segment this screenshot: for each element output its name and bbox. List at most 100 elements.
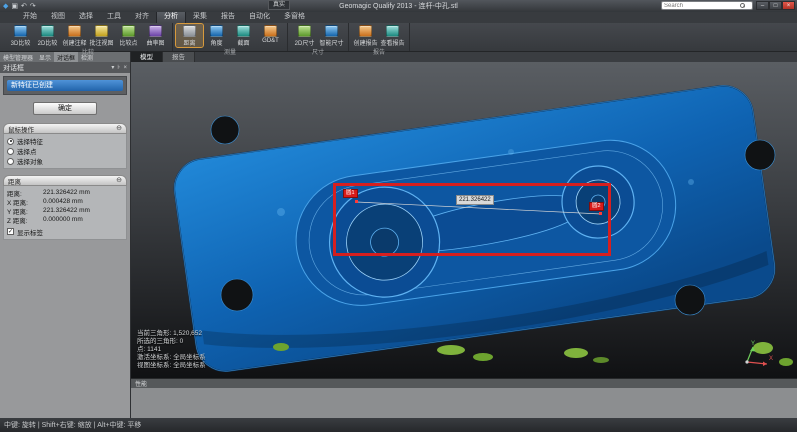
triad-axes-icon bbox=[737, 344, 771, 370]
ribbon-button-label: 智能尺寸 bbox=[319, 38, 343, 47]
save-icon[interactable]: ▣ bbox=[11, 3, 18, 10]
close-button[interactable]: × bbox=[782, 1, 795, 10]
minimize-button[interactable]: – bbox=[756, 1, 769, 10]
ribbon-group-label: 测量 bbox=[176, 47, 284, 57]
ribbon-button-label: 距离 bbox=[183, 38, 195, 47]
radio-icon[interactable] bbox=[7, 158, 14, 165]
ribbon-button-compare-points[interactable]: 比较点 bbox=[115, 24, 142, 47]
ribbon-button-annotation-view[interactable]: 批注视图 bbox=[88, 24, 115, 47]
value-text: 221.326422 mm bbox=[43, 189, 90, 196]
quick-access-toolbar: ◆ ▣ ↶ ↷ bbox=[0, 3, 36, 10]
value-text: 0.000000 mm bbox=[43, 216, 83, 223]
stat-active-csys: 激活坐标系: 全局坐标系 bbox=[137, 354, 206, 362]
ribbon-button-gdt[interactable]: GD&T bbox=[257, 24, 284, 47]
ribbon-button-label: 角度 bbox=[210, 38, 222, 47]
maximize-button[interactable]: □ bbox=[769, 1, 782, 10]
ribbon-group-label: 报告 bbox=[352, 47, 406, 57]
collapse-icon[interactable]: ⊖ bbox=[116, 125, 122, 132]
create-report-icon bbox=[359, 25, 372, 37]
stat-view-csys: 视图坐标系: 全局坐标系 bbox=[137, 362, 206, 370]
ribbon-group-compare: 3D比较 2D比较 创建注释 批注视图 比较点 bbox=[4, 23, 173, 51]
stat-points: 点: 1141 bbox=[137, 346, 206, 354]
ribbon-tab-bar: 开始 视图 选择 工具 对齐 分析 采集 报告 自动化 多窗格 bbox=[0, 12, 797, 23]
search-icon[interactable] bbox=[740, 3, 745, 8]
mouse-actions-header[interactable]: 鼠标操作 ⊖ bbox=[3, 123, 127, 134]
chevron-down-icon[interactable]: ▾ bbox=[111, 64, 114, 71]
ribbon-button-curvature-map[interactable]: 曲率图 bbox=[142, 24, 169, 47]
ribbon-button-2d-dimension[interactable]: 2D尺寸 bbox=[291, 24, 318, 47]
ribbon-button-smart-dimension[interactable]: 智能尺寸 bbox=[318, 24, 345, 47]
measurement-point1-tag[interactable]: 圆1 bbox=[343, 189, 358, 198]
dialog-status-card: 新特征已创建 bbox=[3, 76, 127, 95]
section-icon bbox=[237, 25, 250, 37]
ok-button[interactable]: 确定 bbox=[33, 102, 97, 115]
ribbon-button-create-annotation[interactable]: 创建注释 bbox=[61, 24, 88, 47]
panel-title: 对话框 bbox=[3, 63, 24, 73]
smart-dimension-icon bbox=[325, 25, 338, 37]
option-label: 选择点 bbox=[17, 146, 37, 156]
section-title: 距离 bbox=[8, 176, 21, 186]
ribbon-button-3d-compare[interactable]: 3D比较 bbox=[7, 24, 34, 47]
ribbon-button-view-report[interactable]: 查看报告 bbox=[379, 24, 406, 47]
z-distance-row: Z 距离: 0.000000 mm bbox=[7, 215, 123, 224]
option-select-feature[interactable]: 选择特征 bbox=[7, 136, 123, 146]
panel-title-bar: 对话框 ▾ ⊦ × bbox=[0, 62, 130, 73]
search-box[interactable] bbox=[661, 1, 753, 10]
distance-header[interactable]: 距离 ⊖ bbox=[3, 175, 127, 186]
main-area: 模型 报告 bbox=[131, 52, 797, 378]
radio-icon[interactable] bbox=[7, 148, 14, 155]
value-text: 0.000428 mm bbox=[43, 198, 83, 205]
view-report-icon bbox=[386, 25, 399, 37]
status-bar: 中键: 旋转 | Shift+右键: 缩放 | Alt+中键: 平移 bbox=[0, 418, 797, 432]
option-select-point[interactable]: 选择点 bbox=[7, 146, 123, 156]
radio-icon[interactable] bbox=[7, 138, 14, 145]
viewport-3d-canvas[interactable]: 圆1 圆2 221.326422 当前三角形: 1,520,652 所选的三角形… bbox=[131, 62, 797, 378]
compare-points-icon bbox=[122, 25, 135, 37]
ribbon-group-measure: 距离 角度 截面 GD&T 测量 bbox=[173, 23, 288, 51]
pin-icon[interactable]: ⊦ bbox=[117, 64, 120, 71]
distance-section: 距离 ⊖ 距离: 221.326422 mm X 距离: 0.000428 mm… bbox=[3, 175, 127, 240]
show-labels-option[interactable]: ✓ 显示标签 bbox=[7, 226, 123, 237]
ribbon-button-2d-compare[interactable]: 2D比较 bbox=[34, 24, 61, 47]
ribbon-button-label: GD&T bbox=[262, 38, 279, 44]
option-label: 选择特征 bbox=[17, 136, 43, 146]
checkbox-icon[interactable]: ✓ bbox=[7, 228, 14, 235]
close-panel-icon[interactable]: × bbox=[123, 65, 127, 71]
collapse-icon[interactable]: ⊖ bbox=[116, 177, 122, 184]
ribbon-button-label: 批注视图 bbox=[89, 38, 113, 47]
ribbon-group-label: 比较 bbox=[7, 47, 169, 57]
ribbon-button-label: 创建报告 bbox=[353, 38, 377, 47]
option-select-object[interactable]: 选择对象 bbox=[7, 156, 123, 166]
triad-x-label: X bbox=[769, 356, 773, 362]
ribbon-button-label: 创建注释 bbox=[62, 38, 86, 47]
ribbon-button-section[interactable]: 截面 bbox=[230, 24, 257, 47]
undo-icon[interactable]: ↶ bbox=[21, 3, 27, 10]
ribbon-group-dimension: 2D尺寸 智能尺寸 尺寸 bbox=[288, 23, 349, 51]
redo-icon[interactable]: ↷ bbox=[30, 3, 36, 10]
ribbon-button-label: 查看报告 bbox=[380, 38, 404, 47]
option-label: 选择对象 bbox=[17, 156, 43, 166]
left-panel: 模型管理器 显示 对话框 检测 对话框 ▾ ⊦ × 新特征已创建 确定 鼠标操作… bbox=[0, 52, 131, 418]
ribbon-button-angle[interactable]: 角度 bbox=[203, 24, 230, 47]
ribbon: 3D比较 2D比较 创建注释 批注视图 比较点 bbox=[0, 23, 797, 52]
measurement-distance-label[interactable]: 221.326422 bbox=[456, 195, 494, 205]
dimension-2d-icon bbox=[298, 25, 311, 37]
gdt-icon bbox=[264, 25, 277, 37]
render-mode-label: 真实 bbox=[268, 0, 290, 10]
ribbon-group-report: 创建报告 查看报告 报告 bbox=[349, 23, 410, 51]
coordinate-triad: X Y bbox=[737, 344, 771, 370]
ribbon-button-label: 截面 bbox=[237, 38, 249, 47]
stat-selected-triangles: 所选的三角形: 0 bbox=[137, 338, 206, 346]
ribbon-button-create-report[interactable]: 创建报告 bbox=[352, 24, 379, 47]
measurement-point2-tag[interactable]: 圆2 bbox=[589, 202, 604, 211]
search-input[interactable] bbox=[664, 2, 740, 9]
annotation-view-icon bbox=[95, 25, 108, 37]
ribbon-button-distance[interactable]: 距离 bbox=[176, 24, 203, 47]
bottom-panel-header[interactable]: 性能 bbox=[131, 379, 797, 388]
bottom-panel-title: 性能 bbox=[135, 379, 147, 388]
checkbox-label: 显示标签 bbox=[17, 227, 43, 237]
distance-ruler-icon bbox=[183, 25, 196, 37]
viewport-stats: 当前三角形: 1,520,652 所选的三角形: 0 点: 1141 激活坐标系… bbox=[137, 330, 206, 370]
bottom-panel: 性能 bbox=[131, 378, 797, 418]
value-text: 221.326422 mm bbox=[43, 207, 90, 214]
